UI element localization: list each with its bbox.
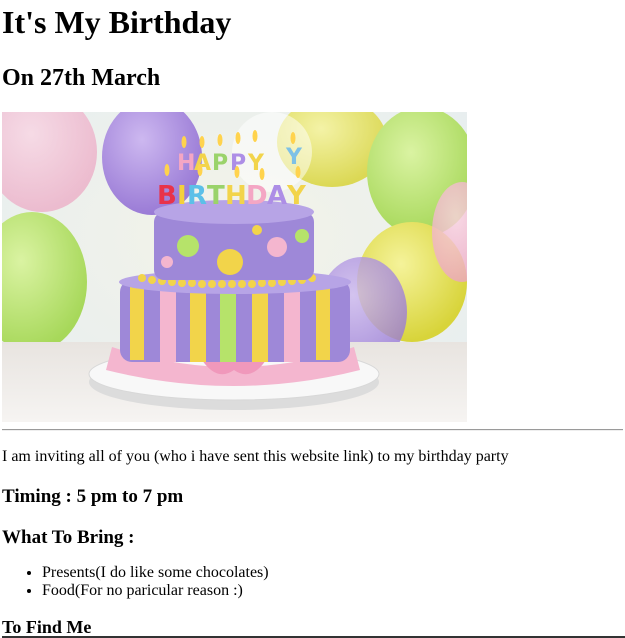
party-date: On 27th March xyxy=(2,65,161,91)
invite-text: I am inviting all of you (who i have sen… xyxy=(2,448,509,465)
what-to-bring-heading: What To Bring : xyxy=(2,527,135,548)
timing-heading: Timing : 5 pm to 7 pm xyxy=(2,486,184,507)
page-title: It's My Birthday xyxy=(2,4,232,40)
candle-letter: T xyxy=(207,181,225,211)
page-content: It's My Birthday On 27th March H A P P Y… xyxy=(0,4,625,638)
candle-letter: Y xyxy=(286,181,307,211)
birthday-cake-image: H A P P Y Y B I R T H D A Y xyxy=(2,112,467,422)
candle-letter: R xyxy=(187,181,207,211)
candle-letter: H xyxy=(225,181,247,211)
candle-letter: B xyxy=(157,181,177,211)
candle-letter: D xyxy=(246,181,268,211)
divider xyxy=(2,429,623,431)
find-me-heading: To Find Me xyxy=(2,617,92,637)
candle-letter: P xyxy=(212,151,228,176)
candle-letter: A xyxy=(194,151,211,176)
candle-letter: A xyxy=(267,181,287,211)
list-item: Presents(I do like some chocolates) xyxy=(42,564,623,582)
candle-letter: I xyxy=(177,181,187,211)
bring-list: Presents(I do like some chocolates) Food… xyxy=(2,564,623,600)
list-item: Food(For no paricular reason :) xyxy=(42,582,623,600)
candle-letter: H xyxy=(177,151,195,176)
candle-letter: Y xyxy=(285,145,303,170)
